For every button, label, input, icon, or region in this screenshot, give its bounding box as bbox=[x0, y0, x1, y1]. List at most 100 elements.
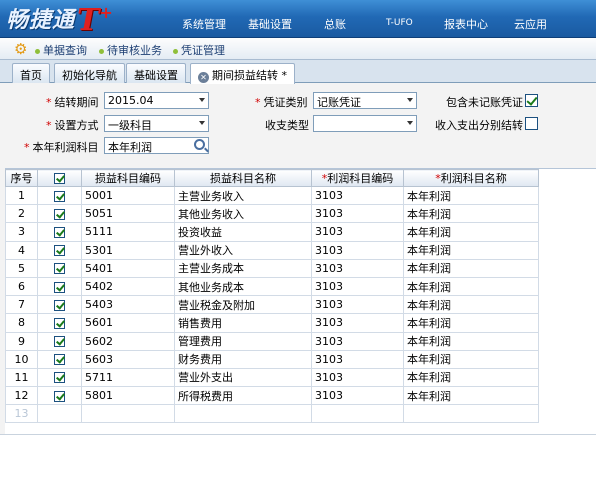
row-profit-name[interactable]: 本年利润 bbox=[403, 276, 539, 297]
table-row[interactable]: 9 5602 管理费用 3103 本年利润 bbox=[5, 331, 539, 351]
row-profit-name[interactable]: 本年利润 bbox=[403, 240, 539, 260]
row-profit-name[interactable]: 本年利润 bbox=[403, 331, 539, 351]
row-pl-code[interactable] bbox=[81, 404, 175, 424]
row-profit-name[interactable]: 本年利润 bbox=[403, 204, 539, 224]
topnav-report-center[interactable]: 报表中心 bbox=[444, 16, 488, 32]
row-pl-code[interactable]: 5403 bbox=[81, 295, 175, 315]
row-pl-name[interactable]: 其他业务收入 bbox=[174, 204, 312, 224]
row-select[interactable] bbox=[37, 185, 82, 206]
table-row[interactable]: 8 5601 销售费用 3103 本年利润 bbox=[5, 313, 539, 333]
row-pl-code[interactable]: 5601 bbox=[81, 313, 175, 333]
row-select[interactable] bbox=[37, 331, 82, 351]
table-row[interactable]: 7 5403 营业税金及附加 3103 本年利润 bbox=[5, 295, 539, 315]
row-checkbox[interactable] bbox=[54, 390, 65, 402]
table-row[interactable]: 2 5051 其他业务收入 3103 本年利润 bbox=[5, 204, 539, 224]
row-pl-code[interactable]: 5603 bbox=[81, 349, 175, 369]
row-pl-name[interactable] bbox=[174, 404, 312, 424]
row-pl-code[interactable]: 5402 bbox=[81, 276, 175, 297]
row-pl-code[interactable]: 5401 bbox=[81, 258, 175, 278]
row-profit-name[interactable]: 本年利润 bbox=[403, 295, 539, 315]
row-profit-code[interactable]: 3103 bbox=[311, 204, 404, 224]
table-row[interactable]: 4 5301 营业外收入 3103 本年利润 bbox=[5, 240, 539, 260]
row-profit-code[interactable] bbox=[311, 404, 404, 424]
row-checkbox[interactable] bbox=[54, 245, 65, 257]
row-select[interactable] bbox=[37, 276, 82, 297]
row-checkbox[interactable] bbox=[54, 336, 65, 348]
row-pl-name[interactable]: 营业税金及附加 bbox=[174, 295, 312, 315]
row-profit-code[interactable]: 3103 bbox=[311, 276, 404, 297]
row-pl-name[interactable]: 营业外收入 bbox=[174, 240, 312, 260]
row-profit-name[interactable]: 本年利润 bbox=[403, 349, 539, 369]
row-checkbox[interactable] bbox=[54, 299, 65, 311]
row-select[interactable] bbox=[37, 240, 82, 260]
row-pl-code[interactable]: 5801 bbox=[81, 386, 175, 406]
topnav-general-ledger[interactable]: 总账 bbox=[324, 16, 346, 32]
gear-icon[interactable]: ⚙ bbox=[14, 41, 30, 57]
table-row[interactable]: 10 5603 财务费用 3103 本年利润 bbox=[5, 349, 539, 369]
row-profit-name[interactable] bbox=[403, 404, 539, 424]
include-unposted-checkbox[interactable] bbox=[525, 94, 538, 107]
row-pl-name[interactable]: 所得税费用 bbox=[174, 386, 312, 406]
col-select-all[interactable] bbox=[37, 169, 82, 187]
row-checkbox[interactable] bbox=[54, 226, 65, 238]
row-profit-code[interactable]: 3103 bbox=[311, 240, 404, 260]
row-select[interactable] bbox=[37, 367, 82, 388]
row-pl-code[interactable]: 5711 bbox=[81, 367, 175, 388]
table-row[interactable]: 1 5001 主营业务收入 3103 本年利润 bbox=[5, 185, 539, 206]
table-row[interactable]: 5 5401 主营业务成本 3103 本年利润 bbox=[5, 258, 539, 278]
quick-pending-review[interactable]: 待审核业务 bbox=[99, 42, 162, 58]
row-checkbox[interactable] bbox=[54, 190, 65, 202]
table-row-empty[interactable]: 13 bbox=[5, 404, 539, 424]
row-profit-code[interactable]: 3103 bbox=[311, 386, 404, 406]
row-checkbox[interactable] bbox=[54, 281, 65, 293]
topnav-cloud-apps[interactable]: 云应用 bbox=[514, 16, 547, 32]
row-pl-name[interactable]: 管理费用 bbox=[174, 331, 312, 351]
row-select[interactable] bbox=[37, 295, 82, 315]
row-pl-code[interactable]: 5602 bbox=[81, 331, 175, 351]
row-pl-name[interactable]: 主营业务收入 bbox=[174, 185, 312, 206]
row-select[interactable] bbox=[37, 404, 82, 424]
period-combo[interactable]: 2015.04 bbox=[104, 92, 209, 109]
separate-transfer-checkbox[interactable] bbox=[525, 117, 538, 130]
tab-home[interactable]: 首页 bbox=[12, 63, 50, 83]
row-checkbox[interactable] bbox=[54, 354, 65, 366]
row-checkbox[interactable] bbox=[54, 317, 65, 329]
row-pl-name[interactable]: 投资收益 bbox=[174, 222, 312, 242]
table-row[interactable]: 11 5711 营业外支出 3103 本年利润 bbox=[5, 367, 539, 388]
row-profit-code[interactable]: 3103 bbox=[311, 222, 404, 242]
row-profit-code[interactable]: 3103 bbox=[311, 313, 404, 333]
row-profit-name[interactable]: 本年利润 bbox=[403, 185, 539, 206]
row-select[interactable] bbox=[37, 258, 82, 278]
row-checkbox[interactable] bbox=[54, 263, 65, 275]
row-select[interactable] bbox=[37, 313, 82, 333]
row-checkbox[interactable] bbox=[54, 372, 65, 384]
row-select[interactable] bbox=[37, 386, 82, 406]
quick-voucher-management[interactable]: 凭证管理 bbox=[173, 42, 225, 58]
row-profit-code[interactable]: 3103 bbox=[311, 331, 404, 351]
tab-period-pl-transfer[interactable]: ✕ 期间损益结转 * bbox=[190, 63, 295, 84]
tab-basic-settings[interactable]: 基础设置 bbox=[126, 63, 186, 83]
row-pl-code[interactable]: 5111 bbox=[81, 222, 175, 242]
close-icon[interactable]: ✕ bbox=[198, 72, 209, 83]
row-profit-code[interactable]: 3103 bbox=[311, 185, 404, 206]
row-profit-code[interactable]: 3103 bbox=[311, 367, 404, 388]
row-profit-name[interactable]: 本年利润 bbox=[403, 313, 539, 333]
row-select[interactable] bbox=[37, 222, 82, 242]
table-row[interactable]: 3 5111 投资收益 3103 本年利润 bbox=[5, 222, 539, 242]
row-profit-name[interactable]: 本年利润 bbox=[403, 367, 539, 388]
row-pl-name[interactable]: 营业外支出 bbox=[174, 367, 312, 388]
income-type-combo[interactable] bbox=[313, 115, 417, 132]
row-profit-name[interactable]: 本年利润 bbox=[403, 222, 539, 242]
row-pl-code[interactable]: 5051 bbox=[81, 204, 175, 224]
table-row[interactable]: 12 5801 所得税费用 3103 本年利润 bbox=[5, 386, 539, 406]
topnav-t-ufo[interactable]: T-UFO bbox=[386, 18, 413, 28]
row-profit-code[interactable]: 3103 bbox=[311, 349, 404, 369]
quick-doc-query[interactable]: 单据查询 bbox=[35, 42, 87, 58]
select-all-checkbox[interactable] bbox=[54, 173, 65, 184]
voucher-type-combo[interactable]: 记账凭证 bbox=[313, 92, 417, 109]
setting-mode-combo[interactable]: 一级科目 bbox=[104, 115, 209, 132]
row-select[interactable] bbox=[37, 349, 82, 369]
topnav-system-management[interactable]: 系统管理 bbox=[182, 16, 226, 32]
row-pl-name[interactable]: 销售费用 bbox=[174, 313, 312, 333]
table-row[interactable]: 6 5402 其他业务成本 3103 本年利润 bbox=[5, 276, 539, 297]
